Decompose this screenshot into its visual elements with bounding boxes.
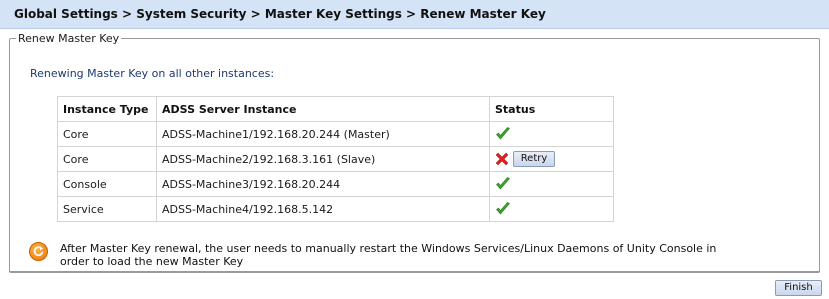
restart-notice: After Master Key renewal, the user needs… bbox=[60, 242, 717, 268]
column-header-instance-type: Instance Type bbox=[57, 96, 157, 122]
status-cell: Retry bbox=[489, 146, 614, 172]
instance-type-cell: Core bbox=[57, 146, 157, 172]
status-cell bbox=[489, 121, 614, 147]
table-row: Core ADSS-Machine2/192.168.3.161 (Slave)… bbox=[57, 146, 614, 172]
checkmark-icon bbox=[496, 202, 510, 215]
server-instance-cell: ADSS-Machine1/192.168.20.244 (Master) bbox=[156, 121, 490, 147]
server-instance-cell: ADSS-Machine4/192.168.5.142 bbox=[156, 196, 490, 222]
table-header-row: Instance Type ADSS Server Instance Statu… bbox=[57, 96, 614, 122]
instance-type-cell: Console bbox=[57, 171, 157, 197]
table-row: Core ADSS-Machine1/192.168.20.244 (Maste… bbox=[57, 121, 614, 147]
server-instance-cell: ADSS-Machine3/192.168.20.244 bbox=[156, 171, 490, 197]
status-cell bbox=[489, 196, 614, 222]
instance-type-cell: Core bbox=[57, 121, 157, 147]
orange-refresh-icon bbox=[29, 242, 48, 261]
table-row: Console ADSS-Machine3/192.168.20.244 bbox=[57, 171, 614, 197]
server-instance-cell: ADSS-Machine2/192.168.3.161 (Slave) bbox=[156, 146, 490, 172]
instance-type-cell: Service bbox=[57, 196, 157, 222]
column-header-status: Status bbox=[489, 96, 614, 122]
breadcrumb-bar: Global Settings > System Security > Mast… bbox=[0, 0, 829, 29]
checkmark-icon bbox=[496, 177, 510, 190]
table-row: Service ADSS-Machine4/192.168.5.142 bbox=[57, 196, 614, 222]
retry-button[interactable]: Retry bbox=[513, 151, 555, 167]
panel-legend: Renew Master Key bbox=[18, 32, 120, 45]
finish-button[interactable]: Finish bbox=[775, 280, 822, 296]
instances-table: Instance Type ADSS Server Instance Statu… bbox=[57, 96, 614, 222]
breadcrumb: Global Settings > System Security > Mast… bbox=[14, 7, 546, 21]
column-header-server-instance: ADSS Server Instance bbox=[156, 96, 490, 122]
renew-master-key-panel: Renew Master Key Renewing Master Key on … bbox=[9, 32, 820, 273]
red-x-icon bbox=[495, 152, 509, 166]
intro-text: Renewing Master Key on all other instanc… bbox=[30, 67, 275, 80]
checkmark-icon bbox=[496, 127, 510, 140]
status-cell bbox=[489, 171, 614, 197]
